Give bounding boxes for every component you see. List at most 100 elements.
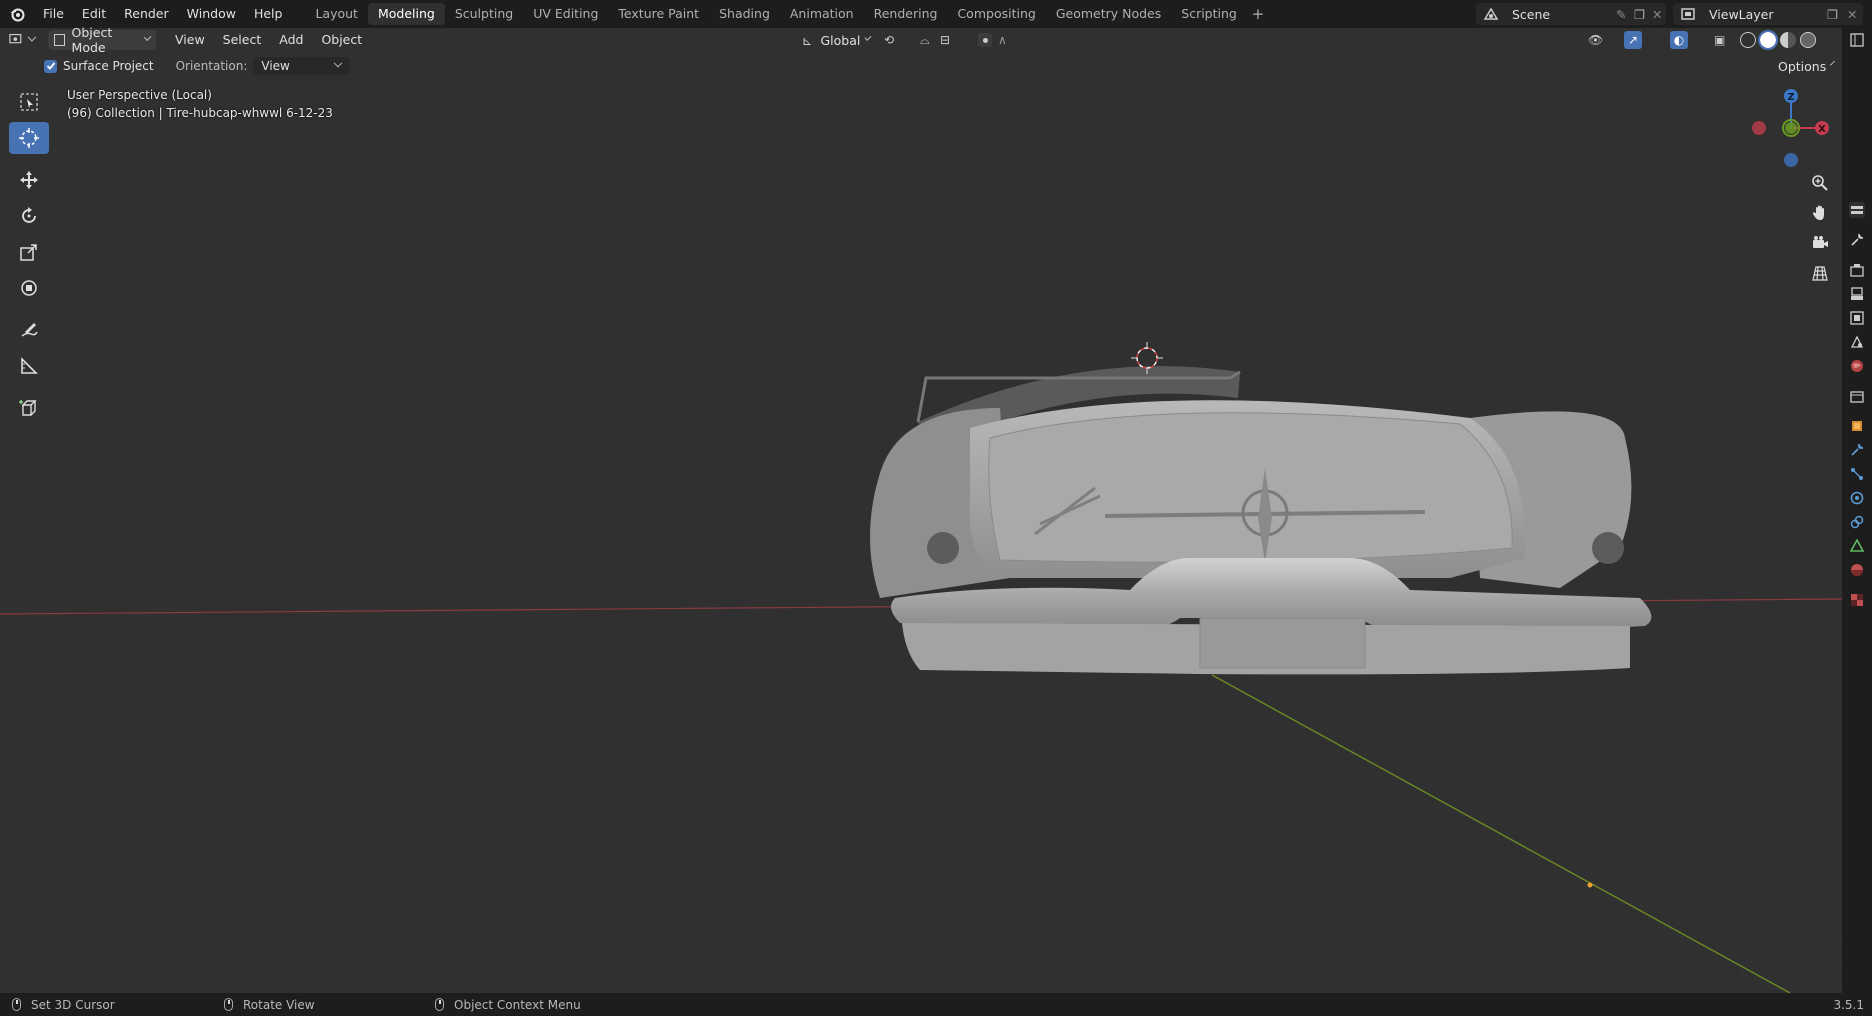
- render-properties-icon[interactable]: [1849, 262, 1865, 278]
- orientation-axis-icon: ⊾: [802, 32, 813, 48]
- menu-add[interactable]: Add: [270, 30, 312, 50]
- falloff-icon[interactable]: ∧: [998, 33, 1007, 47]
- ortho-grid-icon[interactable]: [1807, 260, 1833, 286]
- status-bar: Set 3D Cursor Rotate View Object Context…: [0, 993, 1872, 1016]
- object-properties-icon[interactable]: [1849, 418, 1865, 434]
- scene-properties-icon[interactable]: [1849, 334, 1865, 350]
- right-mouse-icon: [435, 998, 444, 1011]
- axis-neg-z-icon: [1784, 153, 1798, 167]
- world-properties-icon[interactable]: [1849, 358, 1865, 374]
- navigation-gizmo[interactable]: Z X: [1748, 84, 1834, 170]
- tab-shading[interactable]: Shading: [709, 3, 780, 25]
- menu-window[interactable]: Window: [178, 0, 245, 28]
- add-cube-icon[interactable]: [9, 392, 49, 424]
- tab-sculpting[interactable]: Sculpting: [445, 3, 523, 25]
- shading-wireframe-icon[interactable]: [1740, 32, 1756, 48]
- snap-target-icon[interactable]: ⊟: [940, 33, 950, 47]
- modifier-properties-icon[interactable]: [1849, 442, 1865, 458]
- workspace-tabs: Layout Modeling Sculpting UV Editing Tex…: [305, 3, 1268, 25]
- wrench-tool-icon[interactable]: [1849, 232, 1865, 248]
- blender-logo-icon[interactable]: [0, 0, 34, 28]
- snap-toggle-icon[interactable]: ⌓: [920, 33, 930, 48]
- overlay-toggle-icon[interactable]: ◐: [1670, 31, 1688, 49]
- close-view-layer-icon[interactable]: ✕: [1847, 7, 1863, 22]
- status-set-cursor: Set 3D Cursor: [12, 998, 115, 1012]
- measure-icon[interactable]: [9, 350, 49, 382]
- middle-mouse-icon: [224, 998, 233, 1011]
- perspective-label: User Perspective (Local): [67, 88, 212, 102]
- properties-editor-icon[interactable]: [1849, 32, 1865, 48]
- menu-file[interactable]: File: [34, 0, 73, 28]
- pivot-point-icon[interactable]: ⟲: [884, 33, 894, 47]
- select-box-icon[interactable]: [9, 86, 49, 118]
- tool-settings-icon[interactable]: [1849, 202, 1865, 218]
- zoom-icon[interactable]: [1807, 170, 1833, 196]
- tab-animation[interactable]: Animation: [780, 3, 864, 25]
- transform-orientation-dropdown[interactable]: ⊾ Global: [796, 30, 876, 50]
- proportional-edit-icon[interactable]: [978, 33, 992, 47]
- menu-help[interactable]: Help: [245, 0, 292, 28]
- options-dropdown[interactable]: Options: [1772, 56, 1838, 76]
- tab-layout[interactable]: Layout: [305, 3, 368, 25]
- viewport-header: Object Mode View Select Add Object ⊾ Glo…: [0, 25, 1852, 55]
- tab-geometry-nodes[interactable]: Geometry Nodes: [1046, 3, 1171, 25]
- cursor-icon[interactable]: [9, 122, 49, 154]
- move-icon[interactable]: [9, 164, 49, 196]
- pin-icon[interactable]: ✎: [1616, 7, 1634, 22]
- rotate-icon[interactable]: [9, 200, 49, 232]
- constraints-properties-icon[interactable]: [1849, 514, 1865, 530]
- particles-properties-icon[interactable]: [1849, 466, 1865, 482]
- annotate-icon[interactable]: [9, 314, 49, 346]
- shading-solid-icon[interactable]: [1758, 30, 1778, 50]
- add-workspace-button[interactable]: +: [1247, 5, 1269, 23]
- material-properties-icon[interactable]: [1849, 562, 1865, 578]
- object-origin: [1587, 882, 1593, 888]
- object-data-properties-icon[interactable]: [1849, 538, 1865, 554]
- tab-scripting[interactable]: Scripting: [1171, 3, 1247, 25]
- tab-uv-editing[interactable]: UV Editing: [523, 3, 608, 25]
- orientation-value: View: [261, 59, 290, 73]
- 3d-viewport[interactable]: [0, 78, 1843, 994]
- tab-compositing[interactable]: Compositing: [947, 3, 1045, 25]
- output-properties-icon[interactable]: [1849, 286, 1865, 302]
- physics-properties-icon[interactable]: [1849, 490, 1865, 506]
- collection-properties-icon[interactable]: [1849, 388, 1865, 404]
- transform-icon[interactable]: [9, 272, 49, 304]
- close-scene-icon[interactable]: ✕: [1652, 7, 1666, 22]
- top-menu-bar: File Edit Render Window Help Layout Mode…: [0, 0, 1872, 28]
- tab-modeling[interactable]: Modeling: [367, 3, 445, 25]
- tab-rendering[interactable]: Rendering: [864, 3, 948, 25]
- tab-texture-paint[interactable]: Texture Paint: [608, 3, 709, 25]
- xray-toggle-icon[interactable]: ▣: [1714, 33, 1725, 47]
- axis-neg-x-icon: [1752, 121, 1766, 135]
- surface-project-checkbox[interactable]: [44, 59, 57, 73]
- menu-object[interactable]: Object: [312, 30, 371, 50]
- view-layer-selector[interactable]: ViewLayer ❐ ✕: [1673, 3, 1863, 25]
- object-mode-icon: [54, 34, 65, 46]
- orientation-label: Orientation:: [175, 59, 248, 73]
- texture-properties-icon[interactable]: [1849, 592, 1865, 608]
- menu-edit[interactable]: Edit: [73, 0, 115, 28]
- copy-view-layer-icon[interactable]: ❐: [1827, 7, 1847, 22]
- scale-icon[interactable]: [9, 236, 49, 268]
- mode-dropdown[interactable]: Object Mode: [48, 25, 156, 55]
- axis-z-label: Z: [1787, 92, 1794, 103]
- menu-render[interactable]: Render: [115, 0, 178, 28]
- status-context-menu-label: Object Context Menu: [454, 997, 581, 1012]
- gizmo-toggle-icon[interactable]: ↗: [1624, 31, 1642, 49]
- scene-selector[interactable]: Scene ✎ ❐ ✕: [1476, 3, 1666, 25]
- view-layer-icon: [1673, 7, 1703, 21]
- editor-type-button[interactable]: [0, 30, 44, 50]
- object-visibility-icon[interactable]: 👁: [1588, 33, 1603, 47]
- menu-select[interactable]: Select: [214, 30, 271, 50]
- status-context-menu: Object Context Menu: [435, 998, 581, 1012]
- copy-scene-icon[interactable]: ❐: [1634, 7, 1652, 22]
- status-rotate-view-label: Rotate View: [243, 997, 315, 1012]
- view-layer-properties-icon[interactable]: [1849, 310, 1865, 326]
- orientation-dropdown[interactable]: View: [253, 57, 350, 75]
- shading-material-icon[interactable]: [1780, 32, 1796, 48]
- menu-view[interactable]: View: [166, 30, 214, 50]
- pan-hand-icon[interactable]: [1807, 200, 1833, 226]
- shading-rendered-icon[interactable]: [1800, 32, 1816, 48]
- camera-view-icon[interactable]: [1807, 230, 1833, 256]
